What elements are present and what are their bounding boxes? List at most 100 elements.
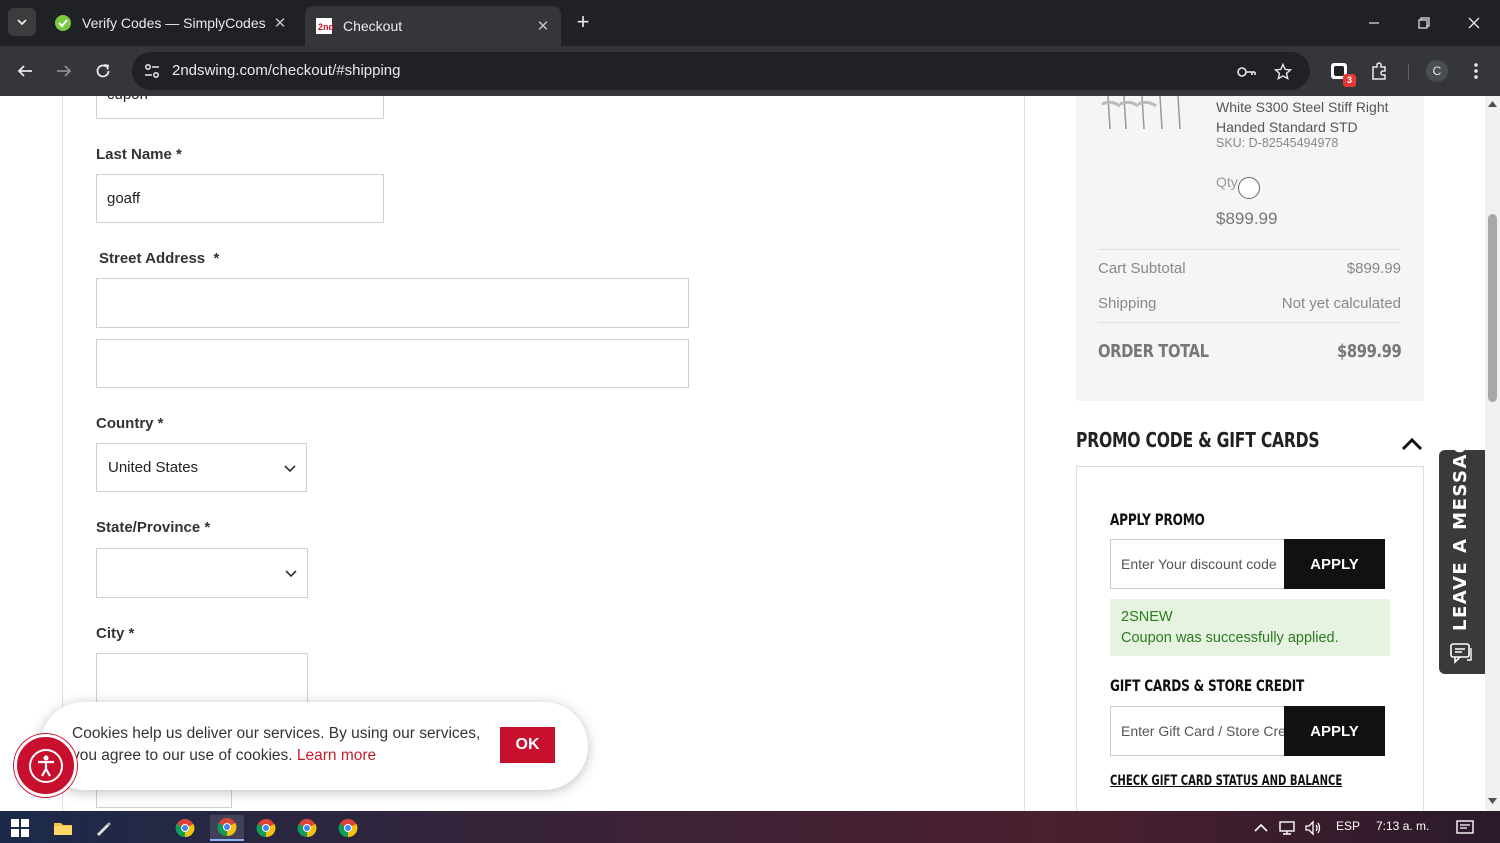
state-label: State/Province * — [96, 519, 211, 536]
promo-code-placeholder: Enter Your discount code — [1121, 556, 1277, 572]
apply-gift-card-button[interactable]: APPLY — [1284, 706, 1385, 756]
scrollbar-thumb[interactable] — [1488, 214, 1497, 402]
accessibility-icon — [28, 748, 63, 783]
close-icon — [1468, 17, 1480, 29]
accessibility-button[interactable] — [14, 734, 77, 797]
cookie-ok-button[interactable]: OK — [500, 727, 555, 763]
chrome-taskbar-button[interactable] — [333, 815, 363, 841]
order-total-label: ORDER TOTAL — [1098, 341, 1209, 362]
volume-button[interactable] — [1298, 815, 1328, 841]
tab-simplycodes[interactable]: Verify Codes — SimplyCodes ✕ — [44, 6, 298, 40]
last-name-input[interactable]: goaff — [96, 174, 384, 223]
shipping-row: Shipping Not yet calculated — [1098, 295, 1401, 312]
2ndswing-favicon-icon: 2nd — [316, 18, 333, 34]
applied-code: 2SNEW — [1121, 609, 1173, 625]
chrome-menu-button[interactable] — [1463, 58, 1489, 84]
country-value: United States — [108, 459, 199, 476]
simplycodes-extension-button[interactable]: 3 — [1326, 58, 1356, 87]
scroll-down-icon[interactable] — [1488, 797, 1497, 805]
chevron-up-icon[interactable] — [1400, 436, 1424, 452]
qty-label: Qty — [1216, 174, 1238, 190]
learn-more-link[interactable]: Learn more — [297, 747, 376, 764]
cookie-message: Cookies help us deliver our services. By… — [72, 725, 481, 764]
cart-subtotal-label: Cart Subtotal — [1098, 260, 1186, 277]
minimize-button[interactable] — [1354, 10, 1394, 36]
chrome-taskbar-button[interactable] — [170, 815, 200, 841]
divider — [1098, 249, 1401, 250]
key-icon — [1237, 67, 1256, 77]
address-bar[interactable]: 2ndswing.com/checkout/#shipping — [132, 52, 1310, 90]
extensions-button[interactable] — [1366, 58, 1392, 84]
loading-spinner-icon — [1238, 177, 1260, 199]
start-button[interactable] — [5, 815, 35, 841]
close-window-button[interactable] — [1454, 10, 1494, 36]
divider — [1024, 96, 1025, 811]
restore-button[interactable] — [1404, 10, 1444, 36]
country-label: Country * — [96, 415, 164, 432]
puzzle-icon — [1372, 62, 1386, 80]
last-name-value: goaff — [107, 190, 141, 207]
last-name-label: Last Name * — [96, 146, 182, 163]
tab-title: Checkout — [343, 18, 403, 34]
file-explorer-button[interactable] — [48, 815, 78, 841]
product-image — [1101, 96, 1181, 129]
windows-taskbar: ESP 7:13 a. m. — [0, 811, 1500, 843]
reload-icon — [96, 64, 110, 78]
scroll-up-icon[interactable] — [1488, 100, 1497, 108]
back-button[interactable] — [11, 57, 39, 85]
page-scrollbar[interactable] — [1485, 96, 1500, 811]
first-name-input[interactable]: cupon — [96, 96, 384, 119]
chrome-taskbar-button[interactable] — [292, 815, 322, 841]
restore-icon — [1418, 17, 1430, 29]
reload-button[interactable] — [89, 57, 117, 85]
street-address-line2-input[interactable] — [96, 339, 689, 388]
svg-text:2nd: 2nd — [318, 22, 333, 32]
cart-subtotal-value: $899.99 — [1346, 260, 1401, 277]
clock[interactable]: 7:13 a. m. — [1376, 819, 1429, 833]
promo-code-input[interactable]: Enter Your discount code — [1110, 539, 1286, 589]
coupon-success-message: 2SNEW Coupon was successfully applied. — [1110, 599, 1390, 656]
country-select[interactable]: United States — [96, 443, 307, 492]
chevron-down-icon — [284, 464, 296, 472]
star-icon — [1274, 63, 1292, 81]
forward-button[interactable] — [50, 57, 78, 85]
close-tab-icon[interactable]: ✕ — [272, 14, 288, 32]
check-gift-card-link[interactable]: CHECK GIFT CARD STATUS AND BALANCE — [1110, 773, 1342, 789]
input-language[interactable]: ESP — [1336, 819, 1360, 833]
chat-bubble-icon — [1450, 643, 1472, 664]
first-name-value: cupon — [107, 96, 148, 103]
product-name: White S300 Steel Stiff Right Handed Stan… — [1216, 99, 1389, 135]
chevron-down-icon — [285, 570, 297, 578]
shipping-label: Shipping — [1098, 295, 1157, 312]
speaker-icon — [1305, 820, 1321, 836]
apply-promo-button[interactable]: APPLY — [1284, 539, 1385, 589]
notifications-button[interactable] — [1450, 815, 1480, 841]
chrome-icon — [256, 819, 276, 838]
chrome-taskbar-button[interactable] — [251, 815, 281, 841]
simplycodes-favicon-icon — [55, 15, 71, 31]
tab-search-button[interactable] — [8, 8, 36, 36]
app-button[interactable] — [88, 815, 118, 841]
avatar: C — [1426, 60, 1448, 82]
chrome-taskbar-button-active[interactable] — [210, 815, 244, 841]
new-tab-button[interactable]: + — [572, 10, 594, 34]
url-text: 2ndswing.com/checkout/#shipping — [172, 62, 401, 79]
divider — [62, 96, 63, 811]
street-address-line1-input[interactable] — [96, 278, 689, 328]
applied-message: Coupon was successfully applied. — [1121, 630, 1339, 646]
tab-checkout[interactable]: 2nd Checkout ✕ — [305, 6, 561, 46]
more-vertical-icon — [1474, 63, 1478, 79]
windows-logo-icon — [11, 819, 29, 837]
close-tab-icon[interactable]: ✕ — [535, 17, 551, 35]
profile-button[interactable]: C — [1424, 58, 1450, 84]
bookmark-button[interactable] — [1272, 61, 1294, 83]
state-select[interactable] — [96, 548, 308, 598]
chrome-icon — [338, 819, 358, 838]
gift-card-input[interactable]: Enter Gift Card / Store Cre — [1110, 706, 1286, 756]
gift-card-placeholder: Enter Gift Card / Store Cre — [1121, 723, 1286, 739]
minimize-icon — [1369, 22, 1379, 24]
browser-toolbar: 2ndswing.com/checkout/#shipping 3 C — [0, 46, 1500, 96]
product-sku: SKU: D-82545494978 — [1216, 136, 1339, 150]
browser-titlebar: Verify Codes — SimplyCodes ✕ 2nd Checkou… — [0, 0, 1500, 46]
password-key-button[interactable] — [1236, 61, 1258, 83]
